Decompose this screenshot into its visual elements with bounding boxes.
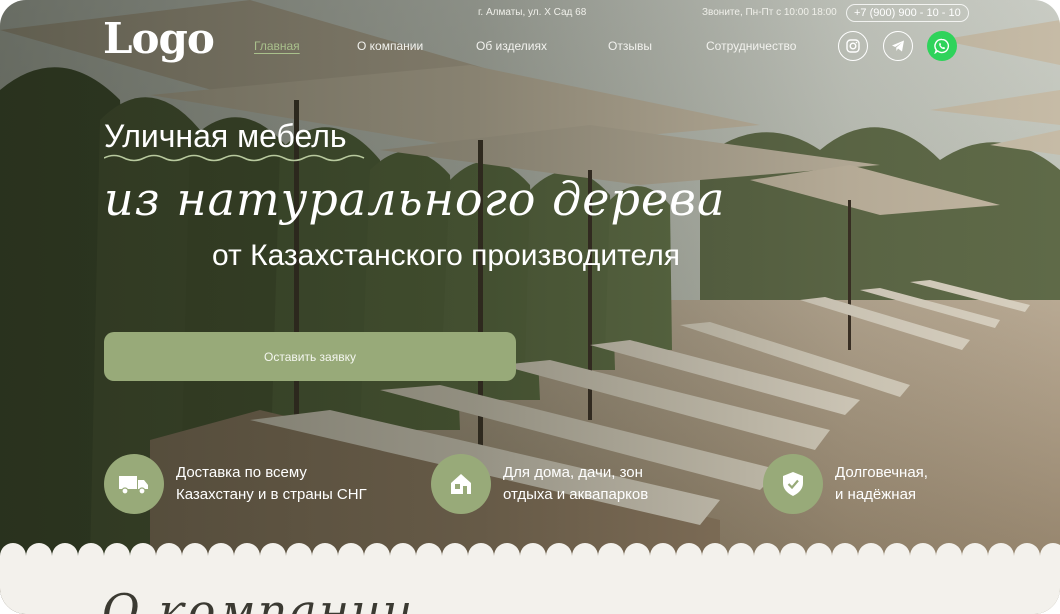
working-hours-text: Звоните, Пн-Пт с 10:00 18:00 <box>702 7 837 18</box>
landing-page: Logo г. Алматы, ул. Х Сад 68 Звоните, Пн… <box>0 0 1060 614</box>
nav-item-home[interactable]: Главная <box>254 39 300 53</box>
nav-item-about[interactable]: О компании <box>357 39 423 53</box>
instagram-button[interactable] <box>838 31 868 61</box>
feature-icon-circle <box>104 454 164 514</box>
telegram-icon <box>892 40 904 52</box>
truck-icon <box>119 476 148 495</box>
hero-title-line-1: Уличная мебель <box>104 118 347 154</box>
feature-delivery: Доставка по всему Казахстану и в страны … <box>104 454 367 514</box>
feature-usage: Для дома, дачи, зон отдыха и аквапарков <box>431 454 648 514</box>
whatsapp-button[interactable] <box>927 31 957 61</box>
whatsapp-icon <box>934 38 950 54</box>
feature-usage-text: Для дома, дачи, зон отдыха и аквапарков <box>503 464 649 503</box>
feature-icon-circle <box>431 454 491 514</box>
leave-request-button[interactable]: Оставить заявку <box>104 332 516 381</box>
feature-durability: Долговечная, и надёжная <box>763 454 928 514</box>
address-text: г. Алматы, ул. Х Сад 68 <box>478 7 587 18</box>
decorative-wave-divider <box>104 154 365 162</box>
shield-check-icon <box>783 472 803 496</box>
nav-item-cooperation[interactable]: Сотрудничество <box>706 39 796 53</box>
instagram-icon <box>846 39 860 53</box>
hero-overlay <box>0 0 1060 614</box>
nav-item-products[interactable]: Об изделиях <box>476 39 547 53</box>
feature-delivery-text: Доставка по всему Казахстану и в страны … <box>176 464 367 503</box>
hero-title-line-2: из натурального дерева <box>104 172 726 226</box>
feature-icon-circle <box>763 454 823 514</box>
feature-durability-text: Долговечная, и надёжная <box>835 464 928 503</box>
house-icon <box>451 474 471 494</box>
about-section-title: О компании <box>102 584 415 614</box>
nav-item-reviews[interactable]: Отзывы <box>608 39 652 53</box>
phone-link[interactable]: +7 (900) 900 - 10 - 10 <box>846 4 969 22</box>
site-logo[interactable]: Logo <box>103 14 215 63</box>
hero-title-line-3: от Казахстанского производителя <box>212 239 680 272</box>
telegram-button[interactable] <box>883 31 913 61</box>
hero-section <box>0 0 1060 614</box>
